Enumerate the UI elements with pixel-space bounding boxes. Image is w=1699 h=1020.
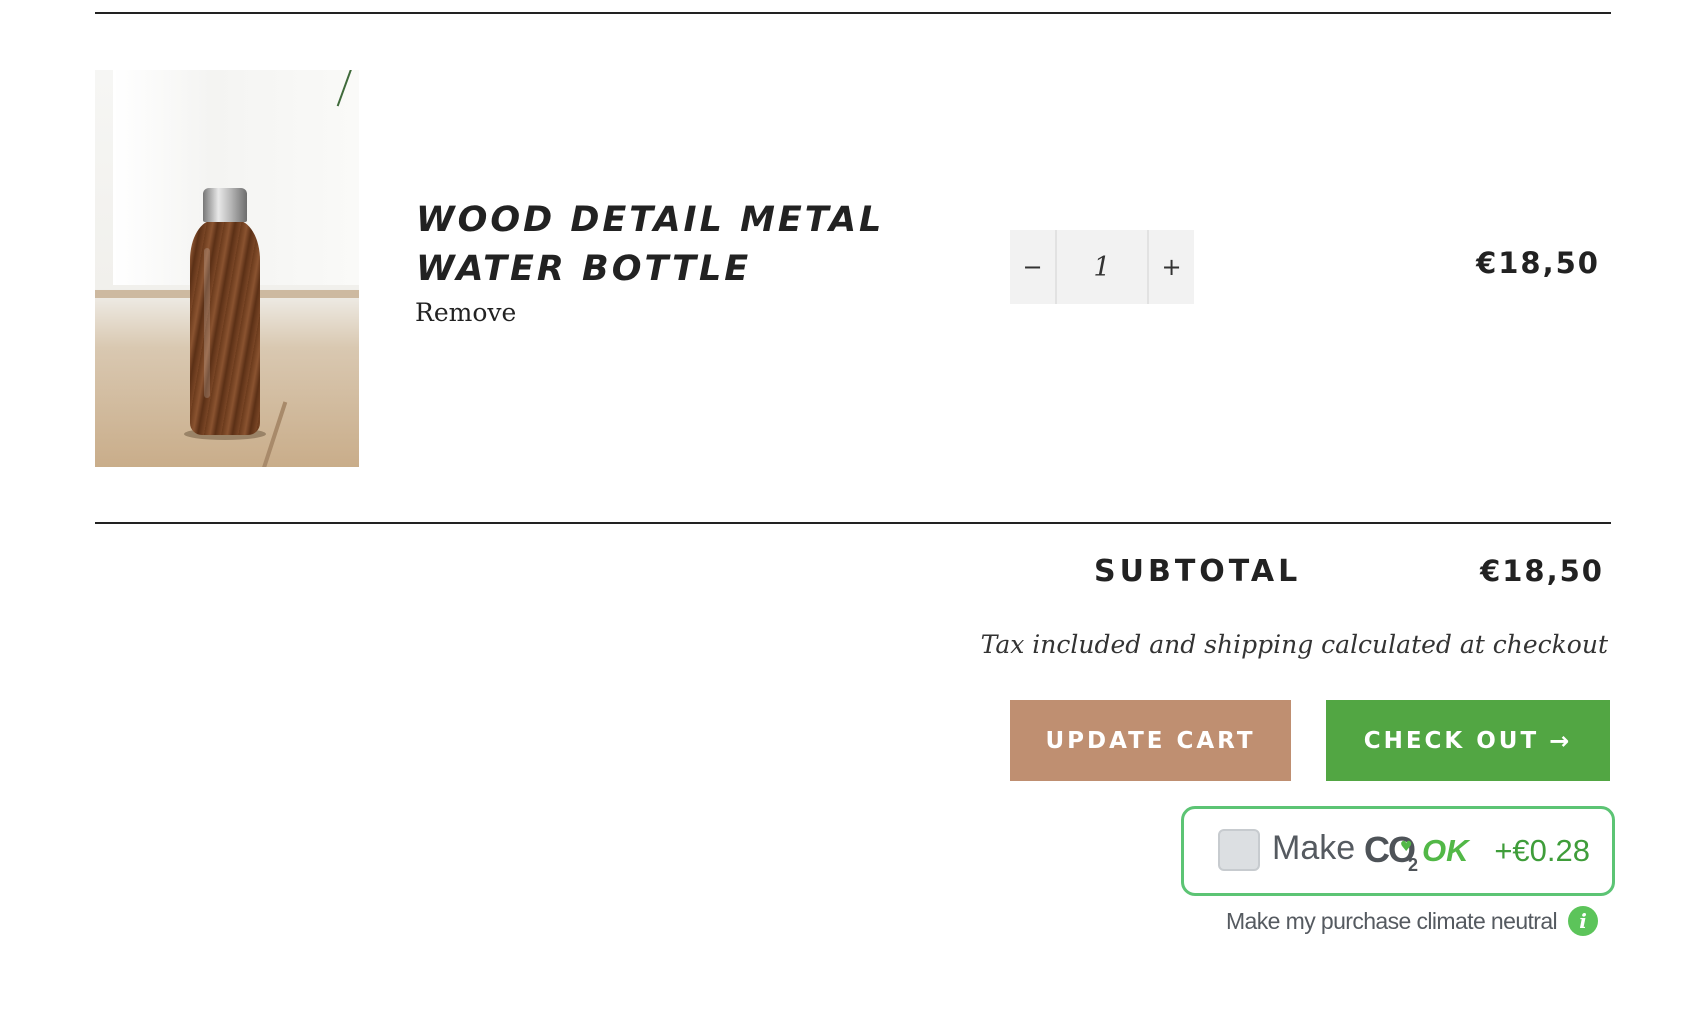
- tax-shipping-note: Tax included and shipping calculated at …: [980, 630, 1608, 659]
- subtotal-value: €18,50: [1480, 554, 1604, 588]
- bottle-shine: [204, 248, 210, 398]
- co2ok-widget[interactable]: Make CO ♥ 2 OK +€0.28: [1181, 806, 1615, 896]
- co2ok-logo: CO ♥ 2 OK: [1364, 825, 1476, 875]
- increase-quantity-button[interactable]: +: [1149, 230, 1194, 304]
- remove-link[interactable]: Remove: [415, 298, 516, 327]
- co2ok-logo-ok: OK: [1422, 833, 1469, 868]
- update-cart-label: UPDATE CART: [1045, 727, 1256, 754]
- co2ok-make-label: Make: [1272, 829, 1356, 867]
- co2ok-caption: Make my purchase climate neutral: [1226, 908, 1558, 934]
- co2ok-logo-two: 2: [1408, 855, 1419, 875]
- bottle-cap: [203, 188, 247, 222]
- decrease-quantity-button[interactable]: −: [1010, 230, 1055, 304]
- info-icon[interactable]: i: [1568, 906, 1598, 936]
- bottle-body: [190, 220, 260, 435]
- co2ok-price: +€0.28: [1494, 833, 1590, 868]
- product-image[interactable]: [95, 70, 359, 467]
- checkout-button[interactable]: CHECK OUT →: [1326, 700, 1610, 781]
- arrow-right-icon: →: [1549, 726, 1573, 755]
- water-bottle-graphic: [184, 188, 266, 440]
- subtotal-label: SUBTOTAL: [1094, 554, 1302, 589]
- line-item-price: €18,50: [1476, 246, 1600, 280]
- product-title[interactable]: WOOD DETAIL METAL WATER BOTTLE: [416, 196, 936, 294]
- checkout-label: CHECK OUT: [1363, 727, 1540, 754]
- heart-icon: ♥: [1400, 839, 1413, 855]
- top-divider: [95, 12, 1611, 14]
- update-cart-button[interactable]: UPDATE CART: [1010, 700, 1291, 781]
- quantity-stepper[interactable]: − 1 +: [1010, 230, 1194, 304]
- co2ok-checkbox[interactable]: [1218, 829, 1260, 871]
- quantity-input[interactable]: 1: [1055, 230, 1149, 304]
- cart-divider: [95, 522, 1611, 524]
